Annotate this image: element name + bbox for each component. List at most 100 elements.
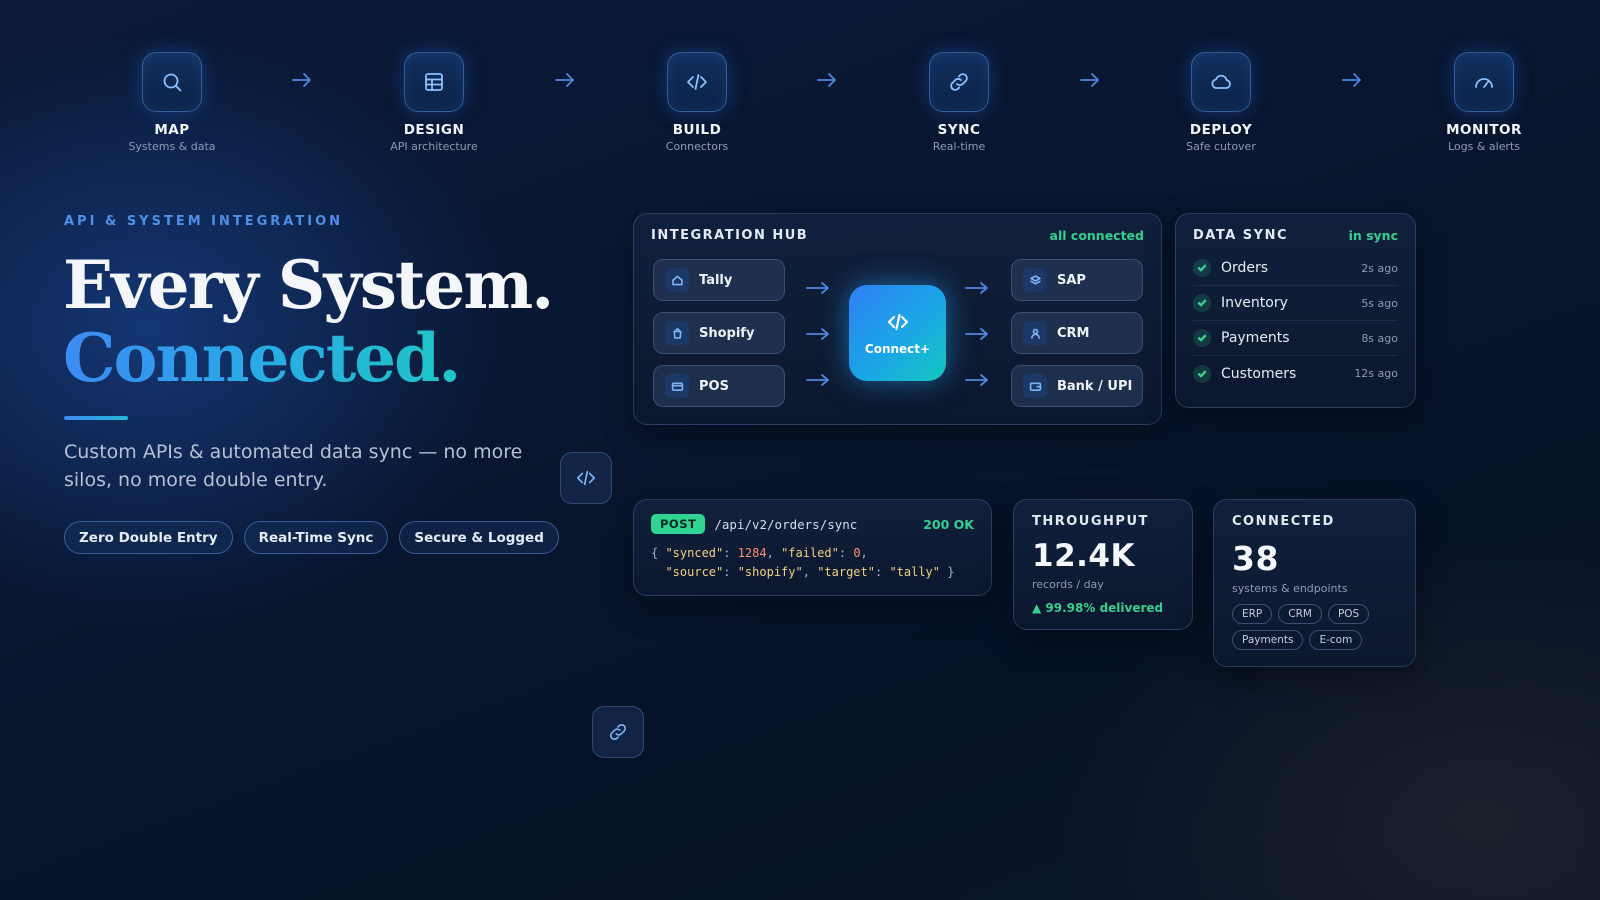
step-monitor[interactable]: MONITOR Logs & alerts <box>1404 52 1564 153</box>
target-node-crm[interactable]: CRM <box>1011 312 1143 354</box>
code-icon[interactable] <box>560 452 612 504</box>
step-subtitle: Logs & alerts <box>1447 140 1521 153</box>
failed-count: 0 <box>853 546 861 560</box>
shopping-bag-icon <box>665 321 689 345</box>
pill-real-time-sync[interactable]: Real-Time Sync <box>243 521 389 554</box>
data-sync-card: DATA SYNC in sync Orders 2s ago Inventor… <box>1175 213 1416 408</box>
link-icon[interactable] <box>592 706 644 758</box>
step-subtitle: API architecture <box>390 140 478 153</box>
arrow-right-icon <box>964 326 990 340</box>
tag-pos[interactable]: POS <box>1327 604 1370 624</box>
arrow-right-icon <box>805 280 831 294</box>
sync-row-name: Inventory <box>1221 295 1288 311</box>
target-value: "tally" <box>889 565 941 579</box>
arrow-right-icon <box>805 326 831 340</box>
step-title: DESIGN <box>403 122 465 138</box>
wallet-icon <box>1023 374 1047 398</box>
synced-count: 1284 <box>737 546 767 560</box>
arrow-right-icon <box>964 280 990 294</box>
step-subtitle: Connectors <box>665 140 729 153</box>
arrow-right-icon <box>1078 70 1102 90</box>
code-icon <box>667 52 727 112</box>
check-icon <box>1193 259 1211 277</box>
user-icon <box>1023 321 1047 345</box>
hero-subtext: Custom APIs & automated data sync — no m… <box>64 441 523 491</box>
step-deploy[interactable]: DEPLOY Safe cutover <box>1141 52 1301 153</box>
check-icon <box>1193 329 1211 347</box>
sync-row-orders[interactable]: Orders 2s ago <box>1193 251 1398 286</box>
search-icon <box>142 52 202 112</box>
grid-icon <box>404 52 464 112</box>
sync-row-inventory[interactable]: Inventory 5s ago <box>1193 286 1398 321</box>
check-icon <box>1193 294 1211 312</box>
layers-icon <box>1023 268 1047 292</box>
http-status: 200 OK <box>923 516 974 532</box>
tag-e-com[interactable]: E-com <box>1309 630 1363 650</box>
check-icon <box>1193 364 1211 383</box>
sync-row-time: 8s ago <box>1361 331 1398 345</box>
sync-row-payments[interactable]: Payments 8s ago <box>1193 321 1398 356</box>
api-response-body: { "synced": 1284, "failed": 0, "source":… <box>651 546 955 579</box>
sync-row-customers[interactable]: Customers 12s ago <box>1193 356 1398 391</box>
pill-secure-logged[interactable]: Secure & Logged <box>399 521 559 554</box>
tag-crm[interactable]: CRM <box>1278 604 1322 624</box>
sync-row-time: 12s ago <box>1354 367 1398 380</box>
tag-payments[interactable]: Payments <box>1232 630 1304 650</box>
throughput-value: 12.4K <box>1032 538 1136 574</box>
arrow-right-icon <box>1340 70 1364 90</box>
throughput-card: THROUGHPUT 12.4K records / day ▲ 99.98% … <box>1013 499 1193 630</box>
system-tags: ERP CRM POS Payments E-com <box>1232 604 1392 650</box>
arrow-right-icon <box>964 372 990 386</box>
data-sync-status: in sync <box>1348 228 1398 243</box>
arrow-right-icon <box>805 372 831 386</box>
step-build[interactable]: BUILD Connectors <box>617 52 777 153</box>
step-sync[interactable]: SYNC Real-time <box>879 52 1039 153</box>
connect-plus-core[interactable]: Connect+ <box>849 285 946 381</box>
step-map[interactable]: MAP Systems & data <box>92 52 252 153</box>
headline-line-2: Connected. <box>63 319 461 397</box>
step-design[interactable]: DESIGN API architecture <box>354 52 514 153</box>
step-title: BUILD <box>672 122 722 138</box>
connected-title: CONNECTED <box>1232 514 1335 529</box>
api-request-card: POST /api/v2/orders/sync 200 OK { "synce… <box>633 499 992 596</box>
cloud-icon <box>1191 52 1251 112</box>
throughput-unit: records / day <box>1032 578 1104 591</box>
pill-zero-double-entry[interactable]: Zero Double Entry <box>64 521 233 554</box>
hub-status: all connected <box>1049 228 1144 243</box>
step-subtitle: Systems & data <box>128 140 216 153</box>
connected-unit: systems & endpoints <box>1232 582 1348 595</box>
source-value: "shopify" <box>737 565 803 579</box>
tag-erp[interactable]: ERP <box>1232 604 1273 624</box>
sync-row-name: Orders <box>1221 260 1269 276</box>
source-node-tally[interactable]: Tally <box>653 259 785 301</box>
target-node-bank-upi[interactable]: Bank / UPI <box>1011 365 1143 407</box>
code-icon <box>887 313 908 331</box>
data-sync-title: DATA SYNC <box>1193 228 1288 243</box>
step-title: SYNC <box>937 122 981 138</box>
feature-pills: Zero Double Entry Real-Time Sync Secure … <box>64 521 559 554</box>
gauge-icon <box>1454 52 1514 112</box>
home-icon <box>665 268 689 292</box>
arrow-right-icon <box>553 70 577 90</box>
arrow-right-icon <box>815 70 839 90</box>
step-subtitle: Safe cutover <box>1186 140 1256 153</box>
source-node-pos[interactable]: POS <box>653 365 785 407</box>
source-node-shopify[interactable]: Shopify <box>653 312 785 354</box>
step-title: MONITOR <box>1446 122 1522 138</box>
delivery-rate: ▲ 99.98% delivered <box>1032 601 1164 615</box>
integration-hub-card: INTEGRATION HUB all connected Tally Shop… <box>633 213 1162 425</box>
sync-row-time: 2s ago <box>1361 261 1398 275</box>
step-title: MAP <box>154 122 190 138</box>
node-label: SAP <box>1057 272 1086 288</box>
sync-row-name: Payments <box>1221 330 1290 346</box>
sync-row-name: Customers <box>1221 365 1297 382</box>
node-label: Bank / UPI <box>1057 378 1133 394</box>
sync-row-time: 5s ago <box>1361 296 1398 310</box>
api-path: /api/v2/orders/sync <box>714 516 858 532</box>
node-label: POS <box>699 378 729 394</box>
throughput-title: THROUGHPUT <box>1032 514 1149 529</box>
target-node-sap[interactable]: SAP <box>1011 259 1143 301</box>
core-label: Connect+ <box>864 342 931 356</box>
card-icon <box>665 374 689 398</box>
node-label: CRM <box>1057 325 1090 341</box>
